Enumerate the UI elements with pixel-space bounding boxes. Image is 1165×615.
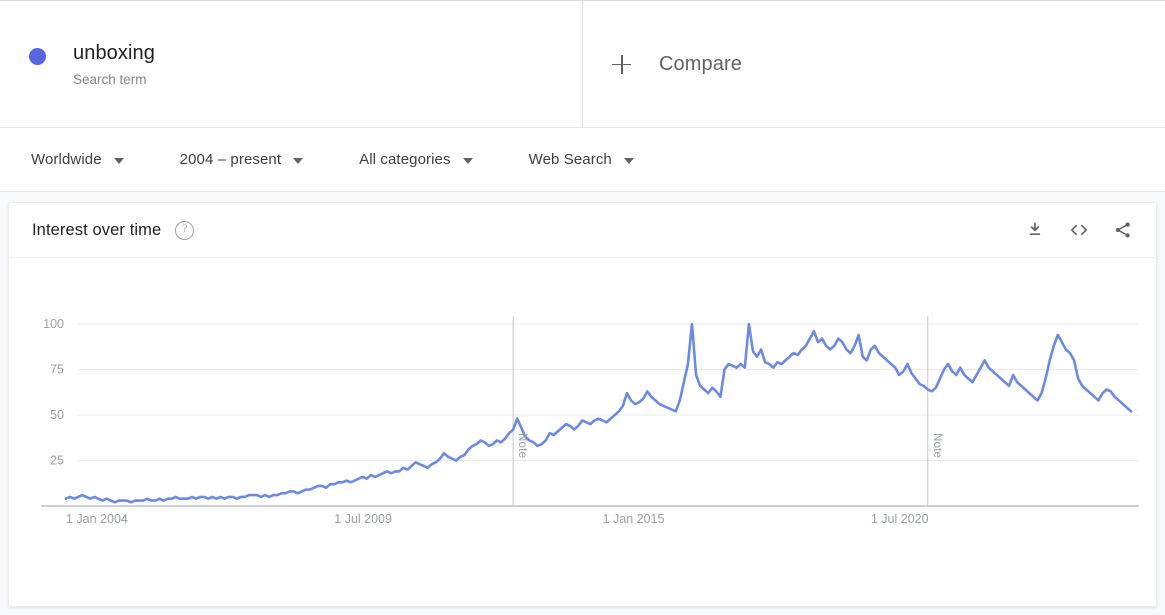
search-term-label: unboxing xyxy=(73,41,155,64)
svg-text:100: 100 xyxy=(43,317,64,331)
add-comparison-button[interactable]: Compare xyxy=(583,1,1165,127)
filter-location[interactable]: Worldwide xyxy=(31,151,124,168)
page-body: Interest over time ? 25 50 75 100 1 Jan … xyxy=(0,192,1165,615)
filter-location-label: Worldwide xyxy=(31,151,102,168)
chart-area: 25 50 75 100 1 Jan 2004 1 Jul 2009 1 Jan 2015 1… xyxy=(9,258,1156,607)
query-row: unboxing Search term Compare xyxy=(0,1,1165,128)
series-color-dot xyxy=(29,47,46,65)
note-annotation: Note xyxy=(516,433,529,459)
svg-text:75: 75 xyxy=(50,363,64,377)
svg-text:1 Jan 2004: 1 Jan 2004 xyxy=(66,512,128,526)
filter-time-range[interactable]: 2004 – present xyxy=(179,151,304,168)
help-icon[interactable]: ? xyxy=(175,220,195,240)
card-title: Interest over time xyxy=(32,220,162,239)
card-actions xyxy=(1024,219,1134,241)
chevron-down-icon xyxy=(293,157,304,164)
embed-code-icon[interactable] xyxy=(1068,219,1090,241)
compare-label: Compare xyxy=(659,52,742,75)
svg-text:25: 25 xyxy=(50,454,64,468)
download-icon[interactable] xyxy=(1024,219,1046,241)
interest-over-time-card: Interest over time ? 25 50 75 100 1 Jan … xyxy=(8,202,1157,607)
chevron-down-icon xyxy=(462,157,473,164)
card-header: Interest over time ? xyxy=(9,203,1156,258)
search-term-type: Search term xyxy=(73,71,147,87)
svg-text:1 Jul 2009: 1 Jul 2009 xyxy=(334,512,392,526)
search-term-card[interactable]: unboxing Search term xyxy=(0,1,583,127)
plus-icon xyxy=(612,54,631,74)
chevron-down-icon xyxy=(113,157,124,164)
filter-bar: Worldwide 2004 – present All categories … xyxy=(0,128,1165,192)
note-annotation: Note xyxy=(930,433,943,459)
filter-search-type[interactable]: Web Search xyxy=(529,151,634,168)
svg-text:1 Jul 2020: 1 Jul 2020 xyxy=(871,512,929,526)
svg-text:1 Jan 2015: 1 Jan 2015 xyxy=(603,512,665,526)
share-icon[interactable] xyxy=(1112,219,1134,241)
filter-category[interactable]: All categories xyxy=(359,151,473,168)
filter-search-type-label: Web Search xyxy=(528,151,612,168)
interest-over-time-chart[interactable]: 25 50 75 100 1 Jan 2004 1 Jul 2009 1 Jan 2015 1… xyxy=(9,258,1156,607)
chevron-down-icon xyxy=(623,157,634,164)
svg-text:50: 50 xyxy=(50,408,64,422)
filter-category-label: All categories xyxy=(359,151,451,168)
filter-time-range-label: 2004 – present xyxy=(179,151,282,168)
